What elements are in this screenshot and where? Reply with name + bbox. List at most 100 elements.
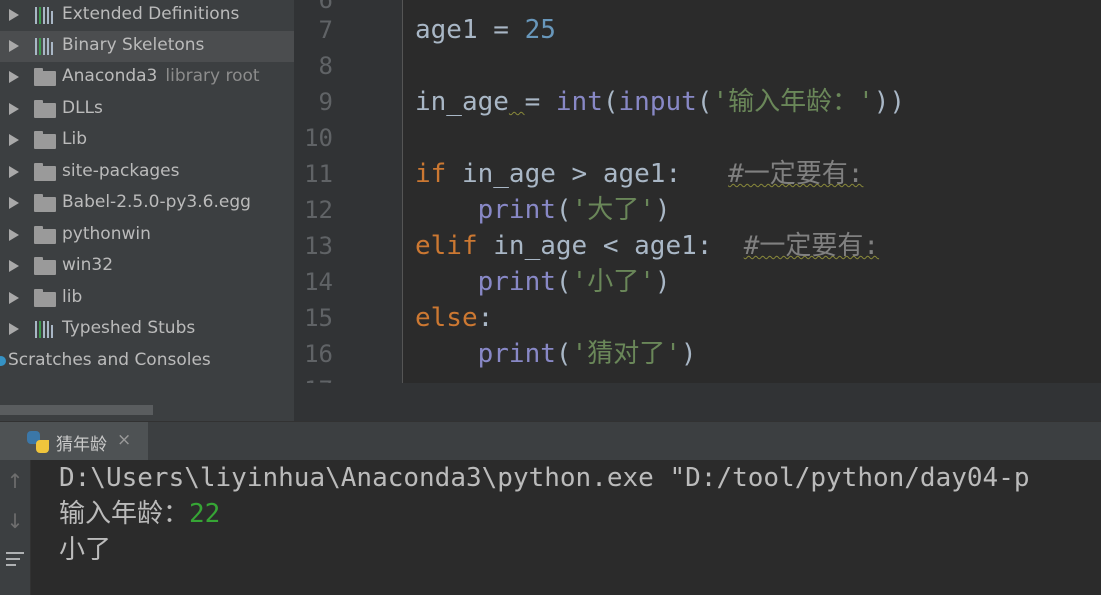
code-token-keyword: else <box>415 303 478 333</box>
console-output-line: 小了 <box>59 535 112 565</box>
code-token: ( <box>555 339 572 369</box>
editor-bottom-strip <box>294 383 1101 421</box>
console-prompt-line: 输入年龄：22 <box>59 496 220 532</box>
run-tab-label: 猜年龄 <box>56 435 107 455</box>
code-line-14[interactable]: print('小了') <box>415 264 671 300</box>
code-token-builtin: print <box>477 339 556 369</box>
tree-item-label: win32 <box>62 255 114 275</box>
code-line-9[interactable]: in_age = int(input('输入年龄：')) <box>415 84 905 120</box>
folder-icon <box>34 257 56 275</box>
code-token-number: 25 <box>524 15 556 45</box>
expand-arrow-icon[interactable] <box>9 197 19 209</box>
code-editor[interactable]: 6 7 8 9 10 11 12 13 14 15 16 17 age1 = 2… <box>294 0 1101 383</box>
code-token-keyword: if <box>415 159 447 189</box>
expand-arrow-icon[interactable] <box>9 166 19 178</box>
code-token-warning <box>509 87 525 117</box>
expand-arrow-icon[interactable] <box>9 292 19 304</box>
tree-item-label: DLLs <box>62 98 103 118</box>
tree-item-label: pythonwin <box>62 224 151 244</box>
code-line-13[interactable]: elif in_age < age1: #一定要有: <box>415 228 879 264</box>
code-token: ) <box>680 339 697 369</box>
run-console[interactable]: D:\Users\liyinhua\Anaconda3\python.exe "… <box>31 460 1101 595</box>
scratches-icon <box>0 356 6 366</box>
library-icon <box>34 7 56 24</box>
code-token-builtin: int <box>555 87 603 117</box>
tree-item-label: site-packages <box>62 161 180 181</box>
tree-item-label: Typeshed Stubs <box>62 318 196 338</box>
code-token: )) <box>873 87 906 117</box>
line-number: 7 <box>318 16 333 44</box>
expand-arrow-icon[interactable] <box>9 9 19 21</box>
folder-icon <box>34 226 56 244</box>
tree-item-label: Scratches and Consoles <box>8 350 211 370</box>
code-token: : <box>477 303 494 333</box>
line-number: 16 <box>304 340 333 368</box>
console-command-line: D:\Users\liyinhua\Anaconda3\python.exe "… <box>59 463 1030 493</box>
tree-item-typeshed-stubs[interactable]: Typeshed Stubs <box>0 314 294 345</box>
line-number: 10 <box>304 124 333 152</box>
tree-item-label: Anaconda3 <box>62 66 158 86</box>
tree-item-win32[interactable]: win32 <box>0 251 294 282</box>
tree-item-scratches-and-consoles[interactable]: Scratches and Consoles <box>0 346 294 377</box>
library-icon <box>34 38 56 55</box>
expand-arrow-icon[interactable] <box>9 134 19 146</box>
code-token: age1 <box>415 15 478 45</box>
arrow-down-icon[interactable]: ↓ <box>4 508 26 534</box>
tree-item-label: Babel-2.5.0-py3.6.egg <box>62 192 251 212</box>
tree-item-extended-definitions[interactable]: Extended Definitions <box>0 0 294 31</box>
code-token: = <box>477 15 525 45</box>
tree-item-binary-skeletons[interactable]: Binary Skeletons <box>0 31 294 62</box>
tree-item-pythonwin[interactable]: pythonwin <box>0 220 294 251</box>
run-tab[interactable]: 猜年龄 × <box>0 422 148 461</box>
folder-icon <box>34 68 56 86</box>
tree-item-babel-egg[interactable]: Babel-2.5.0-py3.6.egg <box>0 188 294 219</box>
horizontal-scrollbar[interactable] <box>0 405 153 415</box>
soft-wrap-icon[interactable] <box>4 548 26 570</box>
tree-item-site-packages[interactable]: site-packages <box>0 157 294 188</box>
project-tool-window: Extended Definitions Binary Skeletons An… <box>0 0 294 421</box>
expand-arrow-icon[interactable] <box>9 323 19 335</box>
tree-item-lib-lower[interactable]: lib <box>0 283 294 314</box>
folder-icon <box>34 131 56 149</box>
close-icon[interactable]: × <box>117 430 131 450</box>
line-number: 11 <box>304 160 333 188</box>
code-token: ( <box>555 195 572 225</box>
code-token-builtin: print <box>477 267 556 297</box>
expand-arrow-icon[interactable] <box>9 71 19 83</box>
code-token: in_age <box>415 87 509 117</box>
tree-item-anaconda3[interactable]: Anaconda3 library root <box>0 62 294 93</box>
gutter-divider <box>402 0 403 383</box>
tree-item-label: Extended Definitions <box>62 4 240 24</box>
expand-arrow-icon[interactable] <box>9 260 19 272</box>
run-side-toolbar: ↑ ↓ <box>0 460 31 595</box>
expand-arrow-icon[interactable] <box>9 229 19 241</box>
code-token: ( <box>602 87 619 117</box>
tree-item-dlls[interactable]: DLLs <box>0 94 294 125</box>
code-line-15[interactable]: else: <box>415 300 493 336</box>
tree-item-label: lib <box>62 287 83 307</box>
line-number: 12 <box>304 196 333 224</box>
code-token: ) <box>654 267 671 297</box>
code-line-12[interactable]: print('大了') <box>415 192 671 228</box>
console-prompt: 输入年龄： <box>59 499 190 529</box>
code-token-builtin: input <box>618 87 697 117</box>
code-line-11[interactable]: if in_age > age1: #一定要有: <box>415 156 863 192</box>
code-line-16[interactable]: print('猜对了') <box>415 336 697 372</box>
code-token-string: '输入年龄：' <box>712 87 874 117</box>
line-number: 15 <box>304 304 333 332</box>
library-root-hint: library root <box>165 66 260 86</box>
tree-item-lib[interactable]: Lib <box>0 125 294 156</box>
code-line-7[interactable]: age1 = 25 <box>415 12 556 48</box>
expand-arrow-icon[interactable] <box>9 103 19 115</box>
folder-icon <box>34 163 56 181</box>
console-user-input: 22 <box>189 499 221 529</box>
code-token: = <box>524 87 556 117</box>
expand-arrow-icon[interactable] <box>9 40 19 52</box>
line-number: 13 <box>304 232 333 260</box>
code-token-string: '猜对了' <box>571 339 681 369</box>
python-icon <box>27 431 49 453</box>
code-token-comment: #一定要有: <box>728 159 864 189</box>
arrow-up-icon[interactable]: ↑ <box>4 468 26 494</box>
code-token: ( <box>555 267 572 297</box>
